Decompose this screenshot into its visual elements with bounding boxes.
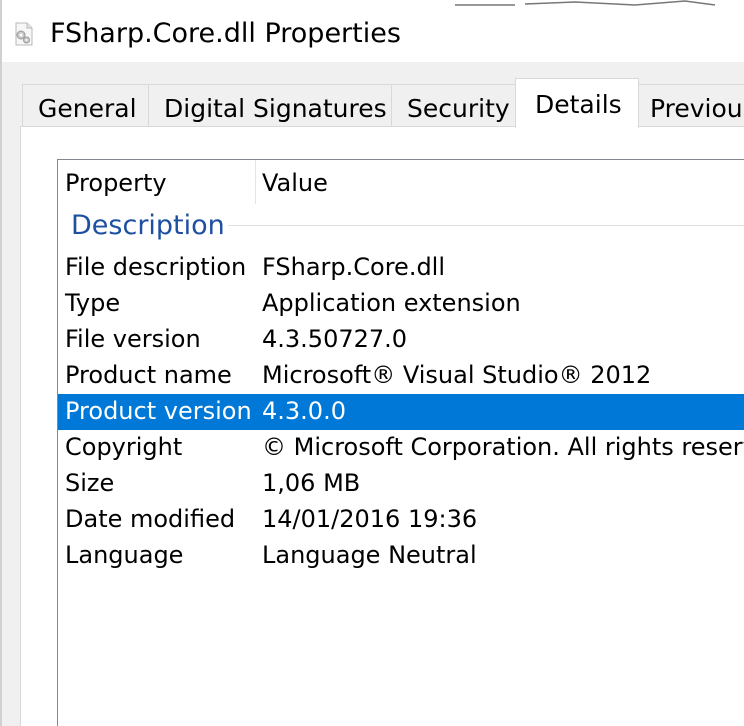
tab-label: Previous [650,94,744,123]
title-bar[interactable]: FSharp.Core.dll Properties [0,0,744,62]
tab-digital-signatures[interactable]: Digital Signatures [148,84,392,128]
property-value: 1,06 MB [262,469,361,497]
column-header-label: Value [262,169,328,197]
column-header-property[interactable]: Property [65,160,253,204]
table-row[interactable]: File description FSharp.Core.dll [58,250,744,286]
table-row[interactable]: Copyright © Microsoft Corporation. All r… [58,430,744,466]
property-value: © Microsoft Corporation. All rights rese… [262,433,744,461]
table-row-selected[interactable]: Product version 4.3.0.0 [58,394,744,430]
property-name: Product version [65,397,252,425]
property-name: File version [65,325,201,353]
tab-details[interactable]: Details [515,78,639,128]
property-value: Language Neutral [262,541,477,569]
group-header-description[interactable]: Description [58,204,744,250]
property-value: Microsoft® Visual Studio® 2012 [262,361,652,389]
tab-security[interactable]: Security [391,84,516,128]
property-name: Product name [65,361,232,389]
tab-label: Digital Signatures [164,94,387,123]
details-list-view[interactable]: Property Value Description File descript… [57,159,744,726]
property-name: Copyright [65,433,183,461]
properties-window: FSharp.Core.dll Properties General Digit… [0,0,744,726]
property-name: Language [65,541,184,569]
list-header: Property Value [58,160,744,204]
property-value: 4.3.0.0 [262,397,346,425]
tab-general[interactable]: General [22,84,149,128]
tab-label: Security [407,94,510,123]
column-separator[interactable] [255,160,256,204]
tab-label: Details [535,90,622,119]
group-divider [228,225,744,226]
tab-label: General [38,94,137,123]
column-header-label: Property [65,169,167,197]
property-name: Date modified [65,505,236,533]
property-value: FSharp.Core.dll [262,253,446,281]
property-value: 14/01/2016 19:36 [262,505,478,533]
property-rows: File description FSharp.Core.dll Type Ap… [58,250,744,574]
table-row[interactable]: Language Language Neutral [58,538,744,574]
window-title: FSharp.Core.dll Properties [50,18,401,49]
property-value: 4.3.50727.0 [262,325,408,353]
dialog-client-area: General Digital Signatures Security Deta… [2,62,744,726]
property-value: Application extension [262,289,521,317]
table-row[interactable]: File version 4.3.50727.0 [58,322,744,358]
table-row[interactable]: Type Application extension [58,286,744,322]
column-header-value[interactable]: Value [262,160,742,204]
dll-file-gear-icon [12,22,36,46]
table-row[interactable]: Date modified 14/01/2016 19:36 [58,502,744,538]
property-name: Size [65,469,115,497]
table-row[interactable]: Size 1,06 MB [58,466,744,502]
tab-previous-versions[interactable]: Previous [638,84,744,128]
property-name: Type [65,289,121,317]
group-label: Description [71,210,225,241]
details-tab-panel: Property Value Description File descript… [20,126,744,726]
property-name: File description [65,253,247,281]
table-row[interactable]: Product name Microsoft® Visual Studio® 2… [58,358,744,394]
